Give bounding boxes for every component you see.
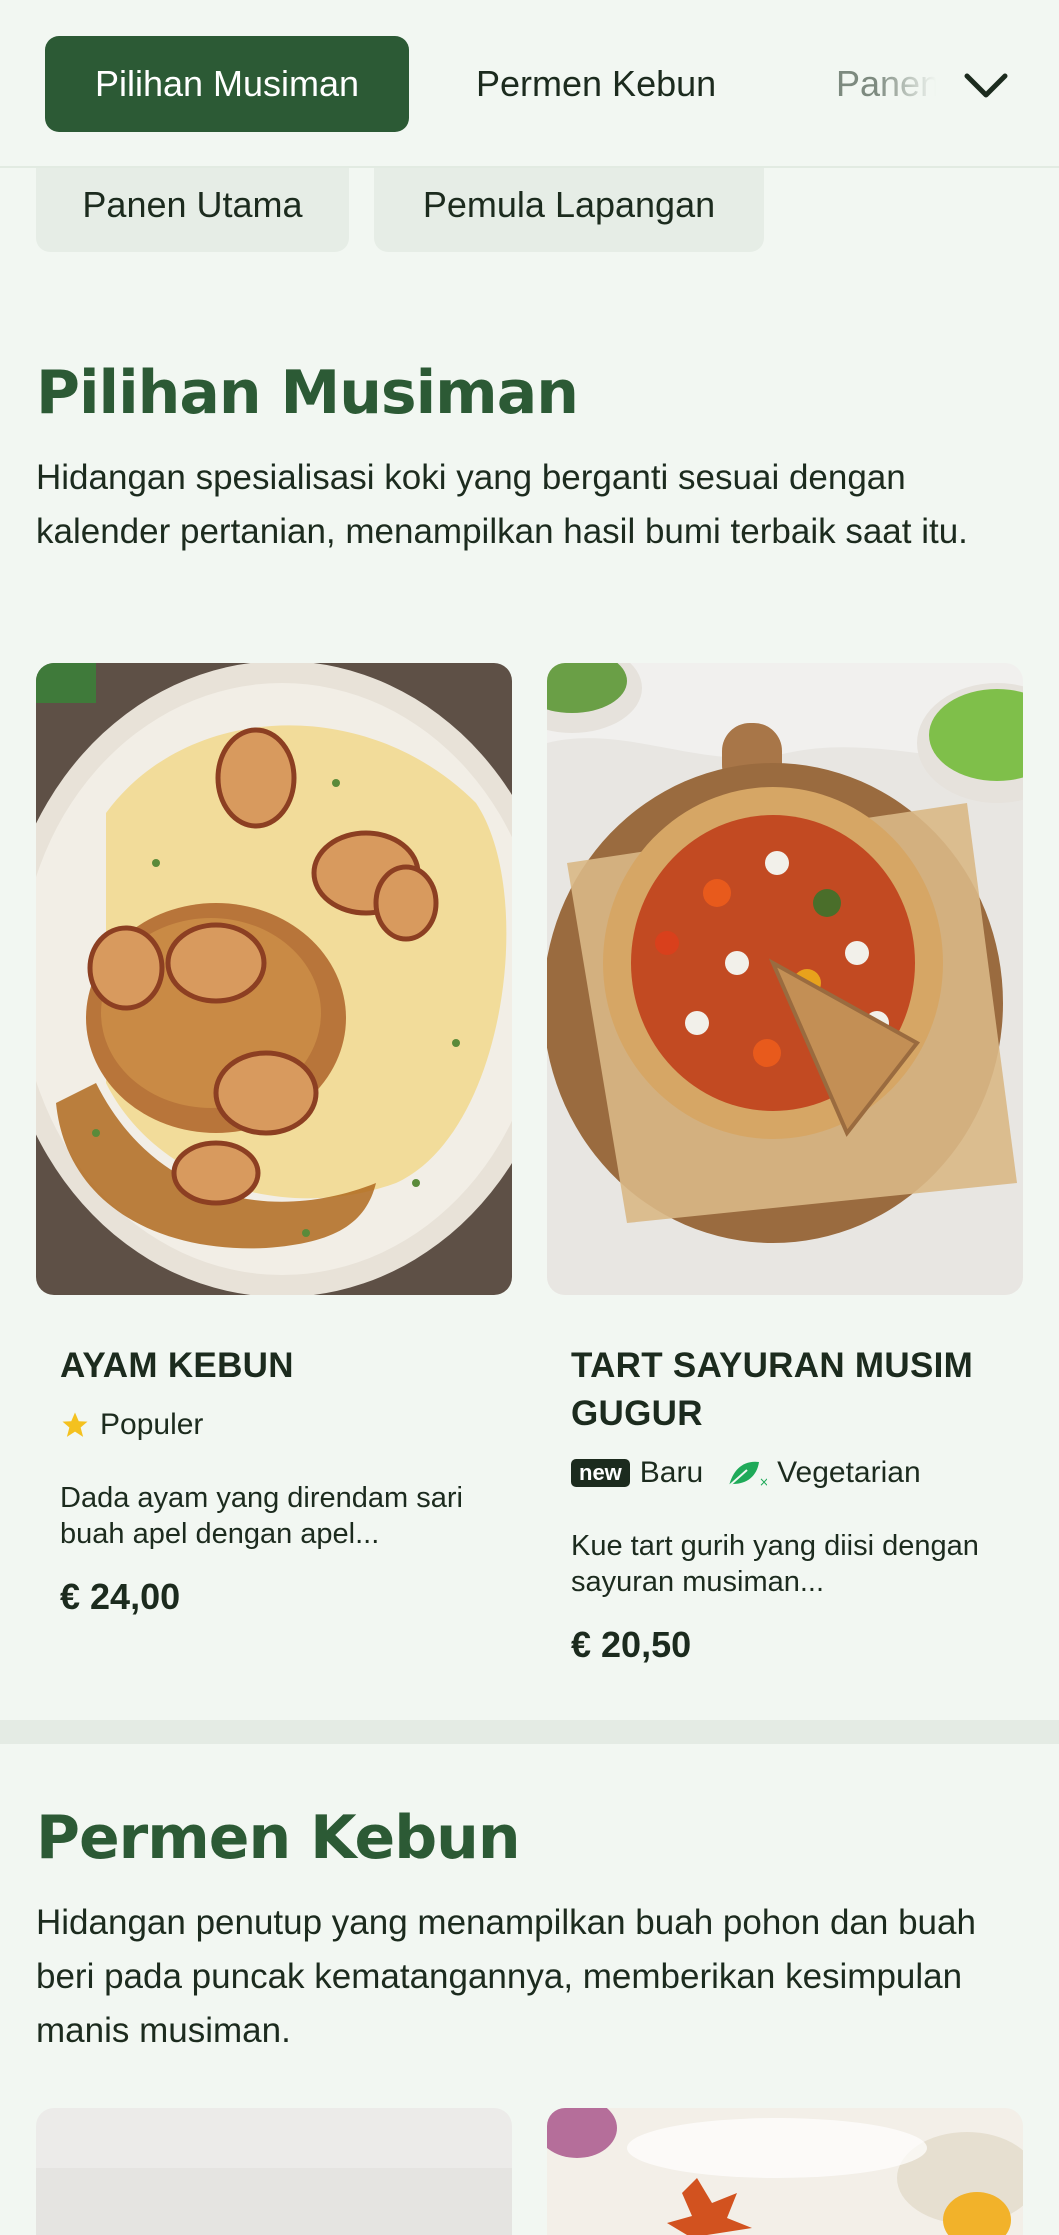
section-title: Pilihan Musiman [36, 358, 579, 428]
tag-label: Baru [639, 1456, 704, 1489]
leaf-icon: × [728, 1461, 767, 1489]
dish-photo-tart-sayuran [547, 663, 1023, 1295]
dish-tags: Populer [60, 1408, 203, 1442]
section-title: Permen Kebun [36, 1803, 521, 1873]
dish-name: Tart Sayuran Musim Gugur [571, 1346, 974, 1433]
chevron-down-icon [964, 73, 1008, 98]
dessert-card-photo[interactable] [36, 2108, 512, 2235]
svg-text:×: × [759, 1475, 767, 1489]
tag-label: Vegetarian [777, 1456, 921, 1489]
dish-tags: new Baru × Vegetarian [571, 1456, 921, 1490]
dessert-card-photo[interactable] [547, 2108, 1023, 2235]
dish-description: Kue tart gurih yang diisi dengan sayuran… [571, 1530, 979, 1598]
tab-permen-kebun[interactable]: Permen Kebun [476, 36, 716, 132]
dish-photo-ayam-kebun [36, 663, 512, 1295]
new-badge: new [571, 1459, 630, 1487]
dish-price: € 20,50 [571, 1624, 692, 1665]
star-icon [62, 1412, 88, 1437]
section-description: Hidangan penutup yang menampilkan buah p… [36, 1903, 976, 2050]
dish-price: € 24,00 [60, 1576, 181, 1617]
more-tabs-button[interactable] [958, 58, 1014, 114]
section-divider [0, 1720, 1059, 1744]
dish-name: Ayam Kebun [60, 1346, 294, 1385]
section-description: Hidangan spesialisasi koki yang berganti… [36, 458, 968, 551]
tab-panen-utama[interactable]: Panen Utama [836, 36, 936, 132]
dish-description: Dada ayam yang direndam sari buah apel d… [60, 1482, 463, 1550]
category-tab-bar: Pilihan Musiman Permen Kebun Panen Utama [0, 0, 1059, 168]
tag-label: Populer [100, 1408, 204, 1441]
tab-pilihan-musiman[interactable]: Pilihan Musiman [45, 36, 409, 132]
